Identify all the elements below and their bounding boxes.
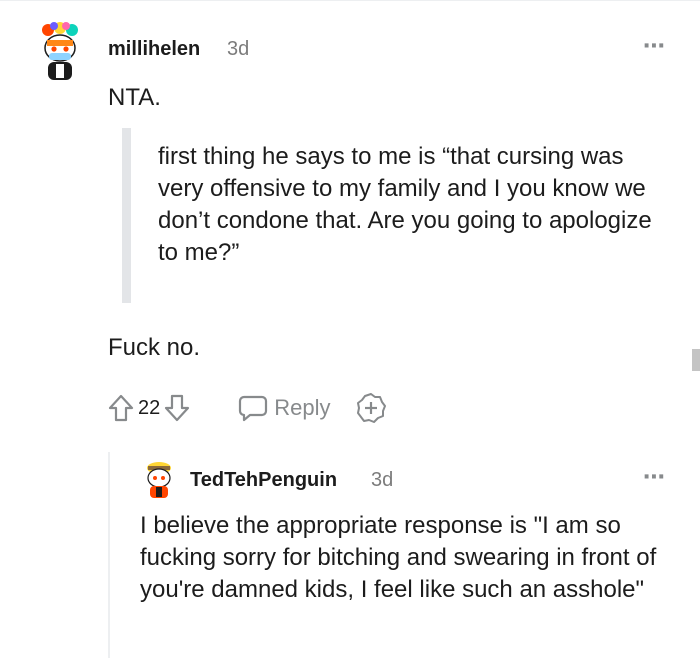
scrollbar-thumb[interactable] — [692, 349, 700, 371]
comment-opening: NTA. — [108, 84, 161, 111]
comment-actions: 22 Reply — [106, 388, 387, 428]
avatar[interactable] — [34, 22, 86, 82]
award-button[interactable] — [355, 392, 387, 424]
thread-line[interactable] — [108, 452, 110, 658]
reply-avatar[interactable] — [142, 460, 176, 500]
blockquote-bar — [122, 128, 131, 303]
reply-more-options-icon[interactable]: ⋯ — [643, 464, 665, 490]
reply-button[interactable]: Reply — [238, 394, 331, 422]
vote-score: 22 — [138, 396, 161, 419]
reply-label: Reply — [274, 395, 331, 420]
reply-body: I believe the appropriate response is "I… — [140, 512, 657, 603]
comment-closing: Fuck no. — [108, 334, 201, 361]
reply-author[interactable]: TedTehPenguin — [190, 469, 337, 492]
award-plus-icon — [356, 393, 386, 423]
snoo-avatar-icon — [147, 462, 171, 498]
comment-author[interactable]: millihelen — [108, 38, 200, 61]
upvote-icon — [108, 394, 134, 422]
speech-bubble-icon — [239, 395, 268, 422]
blockquote-text: first thing he says to me is “that cursi… — [158, 143, 652, 266]
comment-timestamp[interactable]: 3d — [227, 38, 249, 61]
downvote-button[interactable] — [162, 393, 192, 423]
upvote-button[interactable] — [106, 393, 136, 423]
snoo-avatar-icon — [42, 22, 78, 80]
more-options-icon[interactable]: ⋯ — [643, 33, 665, 59]
downvote-icon — [165, 394, 190, 422]
top-divider — [0, 0, 700, 1]
reply-timestamp[interactable]: 3d — [371, 469, 393, 492]
